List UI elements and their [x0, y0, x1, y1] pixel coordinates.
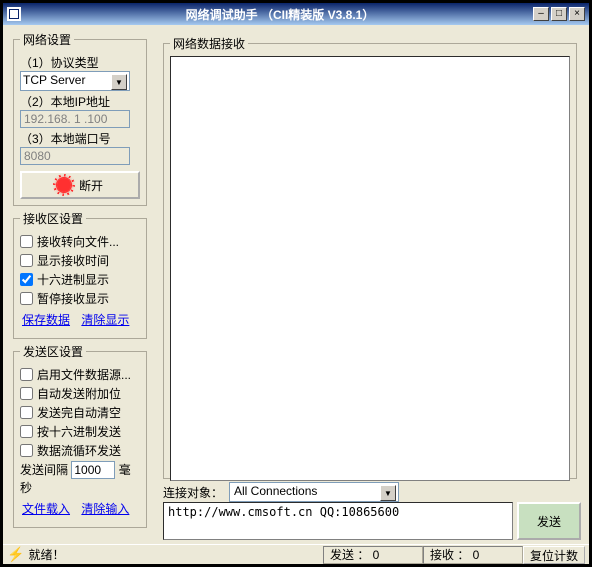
receive-data-group: 网络数据接收: [163, 35, 577, 479]
status-ready: 就绪！: [28, 546, 64, 563]
status-recv: 接收 ： 0: [423, 546, 523, 564]
recv-tofile-checkbox[interactable]: [20, 235, 33, 248]
close-button[interactable]: ×: [569, 7, 585, 21]
send-filesrc-checkbox[interactable]: [20, 368, 33, 381]
minimize-button[interactable]: –: [533, 7, 549, 21]
network-settings-group: 网络设置 （1）协议类型 TCP Server （2）本地IP地址 （3）本地端…: [13, 31, 147, 206]
disconnect-button[interactable]: 断开: [20, 171, 140, 199]
send-settings-legend: 发送区设置: [20, 343, 86, 360]
disconnect-label: 断开: [79, 177, 103, 194]
ip-input[interactable]: [20, 110, 130, 128]
interval-input[interactable]: [71, 461, 115, 479]
clear-input-link[interactable]: 清除输入: [81, 502, 129, 516]
ip-label: （2）本地IP地址: [20, 93, 140, 110]
app-icon: [7, 7, 21, 21]
connection-label: 连接对象：: [163, 484, 223, 501]
send-loopsend-checkbox[interactable]: [20, 444, 33, 457]
port-label: （3）本地端口号: [20, 130, 140, 147]
disconnect-icon: [57, 178, 71, 192]
port-input[interactable]: [20, 147, 130, 165]
reset-counter-button[interactable]: 复位计数: [523, 546, 585, 564]
window-title: 网络调试助手 （CII精装版 V3.8.1）: [27, 6, 533, 23]
connection-select[interactable]: All Connections: [229, 482, 399, 502]
ready-icon: ⚡: [7, 546, 24, 563]
clear-display-link[interactable]: 清除显示: [81, 313, 129, 327]
receive-data-legend: 网络数据接收: [170, 35, 248, 52]
status-sent: 发送 ： 0: [323, 546, 423, 564]
receive-settings-group: 接收区设置 接收转向文件... 显示接收时间 十六进制显示 暂停接收显示 保存数…: [13, 210, 147, 339]
send-hexsend-checkbox[interactable]: [20, 425, 33, 438]
recv-showtime-checkbox[interactable]: [20, 254, 33, 267]
maximize-button[interactable]: □: [551, 7, 567, 21]
interval-label: 发送间隔: [20, 463, 68, 477]
file-load-link[interactable]: 文件载入: [22, 502, 70, 516]
network-settings-legend: 网络设置: [20, 31, 74, 48]
send-autoextra-checkbox[interactable]: [20, 387, 33, 400]
send-textarea[interactable]: http://www.cmsoft.cn QQ:10865600: [163, 502, 513, 540]
send-autoclear-checkbox[interactable]: [20, 406, 33, 419]
save-data-link[interactable]: 保存数据: [22, 313, 70, 327]
receive-textarea[interactable]: [170, 56, 570, 481]
receive-settings-legend: 接收区设置: [20, 210, 86, 227]
protocol-label: （1）协议类型: [20, 54, 140, 71]
recv-hex-checkbox[interactable]: [20, 273, 33, 286]
statusbar: ⚡ 就绪！ 发送 ： 0 接收 ： 0 复位计数: [3, 544, 589, 564]
send-button[interactable]: 发送: [517, 502, 581, 540]
recv-pause-checkbox[interactable]: [20, 292, 33, 305]
protocol-select[interactable]: TCP Server: [20, 71, 130, 91]
send-settings-group: 发送区设置 启用文件数据源... 自动发送附加位 发送完自动清空 按十六进制发送…: [13, 343, 147, 528]
titlebar[interactable]: 网络调试助手 （CII精装版 V3.8.1） – □ ×: [3, 3, 589, 25]
